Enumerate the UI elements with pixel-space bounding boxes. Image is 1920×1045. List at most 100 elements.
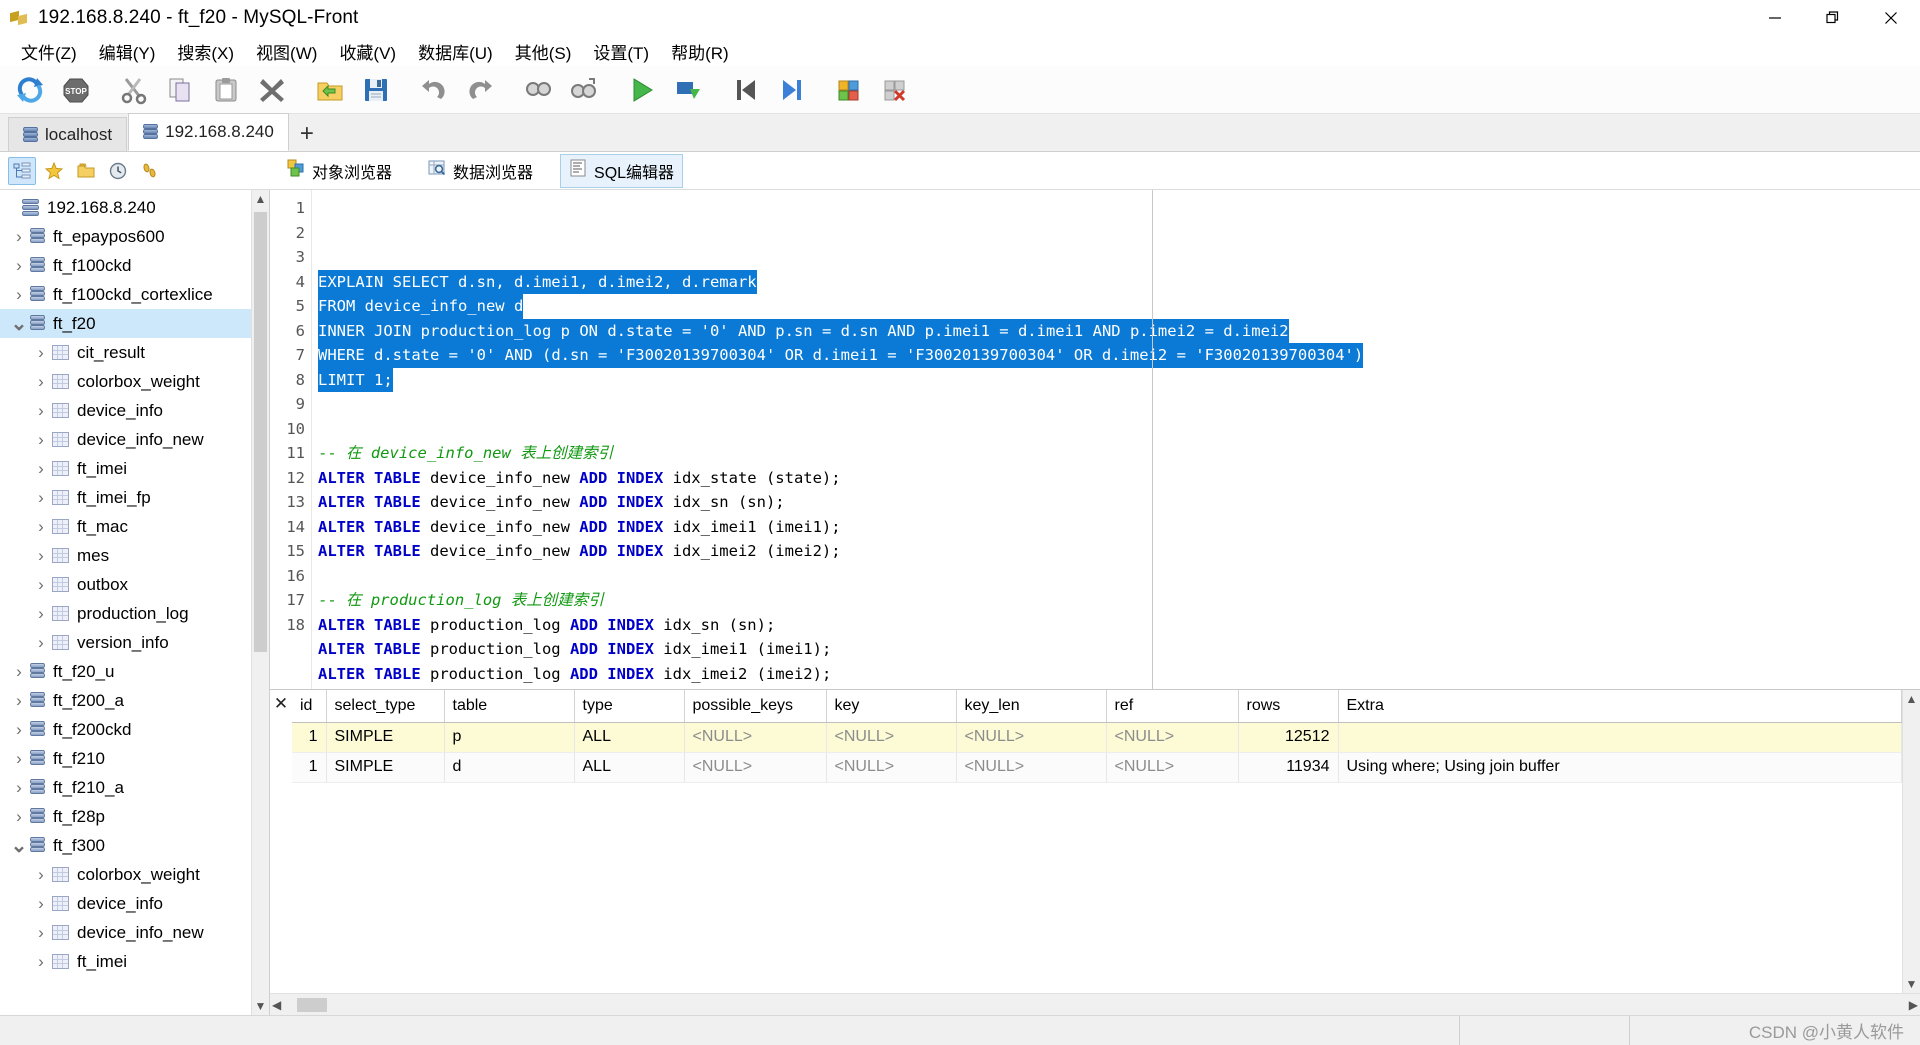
tree-node-device-info-new[interactable]: › device_info_new xyxy=(0,425,269,454)
code-line[interactable]: ALTER TABLE production_log ADD INDEX idx… xyxy=(318,662,1920,687)
results-hscroll-thumb[interactable] xyxy=(297,997,328,1012)
cell-key-len[interactable]: <NULL> xyxy=(956,722,1107,753)
delete-button[interactable] xyxy=(250,69,294,111)
find-replace-button[interactable] xyxy=(562,69,606,111)
tree-node-ft-epaypos600[interactable]: › ft_epaypos600 xyxy=(0,222,269,251)
code-line[interactable] xyxy=(318,417,1920,442)
tree-node-ft-mac[interactable]: › ft_mac xyxy=(0,512,269,541)
tree-node-ft-f210[interactable]: › ft_f210 xyxy=(0,744,269,773)
results-vertical-scrollbar[interactable]: ▲ ▼ xyxy=(1902,690,1920,993)
scroll-up-icon[interactable]: ▲ xyxy=(252,190,269,208)
code-line[interactable]: ALTER TABLE device_info_new ADD INDEX id… xyxy=(318,539,1920,564)
code-line[interactable] xyxy=(318,564,1920,589)
tree-node-device-info[interactable]: › device_info xyxy=(0,889,269,918)
chevron-right-icon[interactable]: › xyxy=(8,692,30,709)
chevron-right-icon[interactable]: › xyxy=(30,576,52,593)
table-row[interactable]: 1 SIMPLE d ALL <NULL> <NULL> <NULL> <NULL> 11934… xyxy=(292,752,1902,783)
col-header-select-type[interactable]: select_type xyxy=(326,690,445,723)
cell-Extra[interactable]: Using where; Using join buffer xyxy=(1338,752,1902,783)
col-header-extra[interactable]: Extra xyxy=(1338,690,1902,723)
tree-node-ft-imei[interactable]: › ft_imei xyxy=(0,947,269,976)
tree-node-mes[interactable]: › mes xyxy=(0,541,269,570)
code-line[interactable]: -- 在 production_log 表上创建索引 xyxy=(318,588,1920,613)
cell-select-type[interactable]: SIMPLE xyxy=(326,752,445,783)
col-header-ref[interactable]: ref xyxy=(1106,690,1239,723)
menu-help[interactable]: 帮助(R) xyxy=(660,37,740,66)
code-line[interactable]: ALTER TABLE production_log ADD INDEX idx… xyxy=(318,613,1920,638)
chevron-down-icon[interactable]: ⌄ xyxy=(8,314,30,334)
tree-node-version-info[interactable]: › version_info xyxy=(0,628,269,657)
cut-button[interactable] xyxy=(112,69,156,111)
favorites-star-button[interactable] xyxy=(40,157,68,185)
minimize-button[interactable] xyxy=(1746,0,1804,36)
menu-database[interactable]: 数据库(U) xyxy=(407,37,504,66)
redo-button[interactable] xyxy=(458,69,502,111)
chevron-down-icon[interactable]: ⌄ xyxy=(8,836,30,856)
tab-sql-editor[interactable]: SQL编辑器 xyxy=(560,153,684,188)
code-line[interactable]: WHERE d.state = '0' AND (d.sn = 'F300201… xyxy=(318,343,1920,368)
delete-row-button[interactable] xyxy=(874,69,918,111)
cell-Extra[interactable] xyxy=(1338,722,1902,753)
copy-button[interactable] xyxy=(158,69,202,111)
cell-type[interactable]: ALL xyxy=(574,722,685,753)
menu-others[interactable]: 其他(S) xyxy=(504,37,583,66)
tree-node-server[interactable]: 192.168.8.240 xyxy=(0,193,269,222)
results-horizontal-scrollbar[interactable]: ◀ ▶ xyxy=(270,993,1920,1015)
chevron-right-icon[interactable]: › xyxy=(30,373,52,390)
code-line[interactable]: ALTER TABLE device_info_new ADD INDEX id… xyxy=(318,490,1920,515)
sidebar-scroll-thumb[interactable] xyxy=(254,212,267,652)
chevron-right-icon[interactable]: › xyxy=(30,518,52,535)
tree-node-ft-f100ckd-cortexlice[interactable]: › ft_f100ckd_cortexlice xyxy=(0,280,269,309)
code-line[interactable]: LIMIT 1; xyxy=(318,367,1920,392)
tree-node-ft-f200ckd[interactable]: › ft_f200ckd xyxy=(0,715,269,744)
close-button[interactable] xyxy=(1862,0,1920,36)
tree-node-ft-f20[interactable]: ⌄ ft_f20 xyxy=(0,309,269,338)
menu-view[interactable]: 视图(W) xyxy=(245,37,328,66)
cell-type[interactable]: ALL xyxy=(574,752,685,783)
cell-select-type[interactable]: SIMPLE xyxy=(326,722,445,753)
cell-rows[interactable]: 11934 xyxy=(1238,752,1339,783)
menu-edit[interactable]: 编辑(Y) xyxy=(88,37,167,66)
scroll-down-icon[interactable]: ▼ xyxy=(252,997,269,1015)
sql-code-area[interactable]: EXPLAIN SELECT d.sn, d.imei1, d.imei2, d… xyxy=(312,190,1920,689)
run-step-button[interactable] xyxy=(666,69,710,111)
objects-tree-button[interactable] xyxy=(8,156,36,185)
tree-node-device-info[interactable]: › device_info xyxy=(0,396,269,425)
find-button[interactable] xyxy=(516,69,560,111)
chevron-right-icon[interactable]: › xyxy=(8,228,30,245)
col-header-rows[interactable]: rows xyxy=(1238,690,1339,723)
tree-node-ft-f200-a[interactable]: › ft_f200_a xyxy=(0,686,269,715)
col-header-key-len[interactable]: key_len xyxy=(956,690,1107,723)
cell-table[interactable]: d xyxy=(444,752,575,783)
paste-button[interactable] xyxy=(204,69,248,111)
close-results-button[interactable]: ✕ xyxy=(270,690,292,993)
folder-button[interactable] xyxy=(72,157,100,185)
sidebar-scrollbar[interactable]: ▲ ▼ xyxy=(251,190,269,1015)
chevron-right-icon[interactable]: › xyxy=(8,779,30,796)
code-line[interactable]: EXPLAIN SELECT d.sn, d.imei1, d.imei2, d… xyxy=(318,269,1920,294)
menu-file[interactable]: 文件(Z) xyxy=(10,37,88,66)
col-header-id[interactable]: id xyxy=(292,690,327,723)
chevron-right-icon[interactable]: › xyxy=(30,866,52,883)
cell-possible-keys[interactable]: <NULL> xyxy=(684,722,827,753)
scroll-left-icon[interactable]: ◀ xyxy=(272,998,281,1012)
cell-id[interactable]: 1 xyxy=(292,752,327,783)
chevron-right-icon[interactable]: › xyxy=(30,489,52,506)
chevron-right-icon[interactable]: › xyxy=(8,808,30,825)
chevron-right-icon[interactable]: › xyxy=(8,663,30,680)
chevron-right-icon[interactable]: › xyxy=(30,460,52,477)
cell-key[interactable]: <NULL> xyxy=(826,722,957,753)
col-header-type[interactable]: type xyxy=(574,690,685,723)
chevron-right-icon[interactable]: › xyxy=(8,721,30,738)
scroll-down-icon[interactable]: ▼ xyxy=(1906,975,1918,993)
cell-id[interactable]: 1 xyxy=(292,722,327,753)
sql-editor-pane[interactable]: 1 2 3 4 5 6 7 8 9 10 11 12 13 14 15 16 17 18 EXPLAIN SELE… xyxy=(270,190,1920,690)
footprints-button[interactable] xyxy=(136,157,164,185)
tree-node-colorbox-weight[interactable]: › colorbox_weight xyxy=(0,860,269,889)
cell-rows[interactable]: 12512 xyxy=(1238,722,1339,753)
last-record-button[interactable] xyxy=(770,69,814,111)
menu-favorites[interactable]: 收藏(V) xyxy=(328,37,407,66)
chevron-right-icon[interactable]: › xyxy=(30,605,52,622)
code-line[interactable]: FROM device_info_new d xyxy=(318,294,1920,319)
chevron-right-icon[interactable]: › xyxy=(30,402,52,419)
